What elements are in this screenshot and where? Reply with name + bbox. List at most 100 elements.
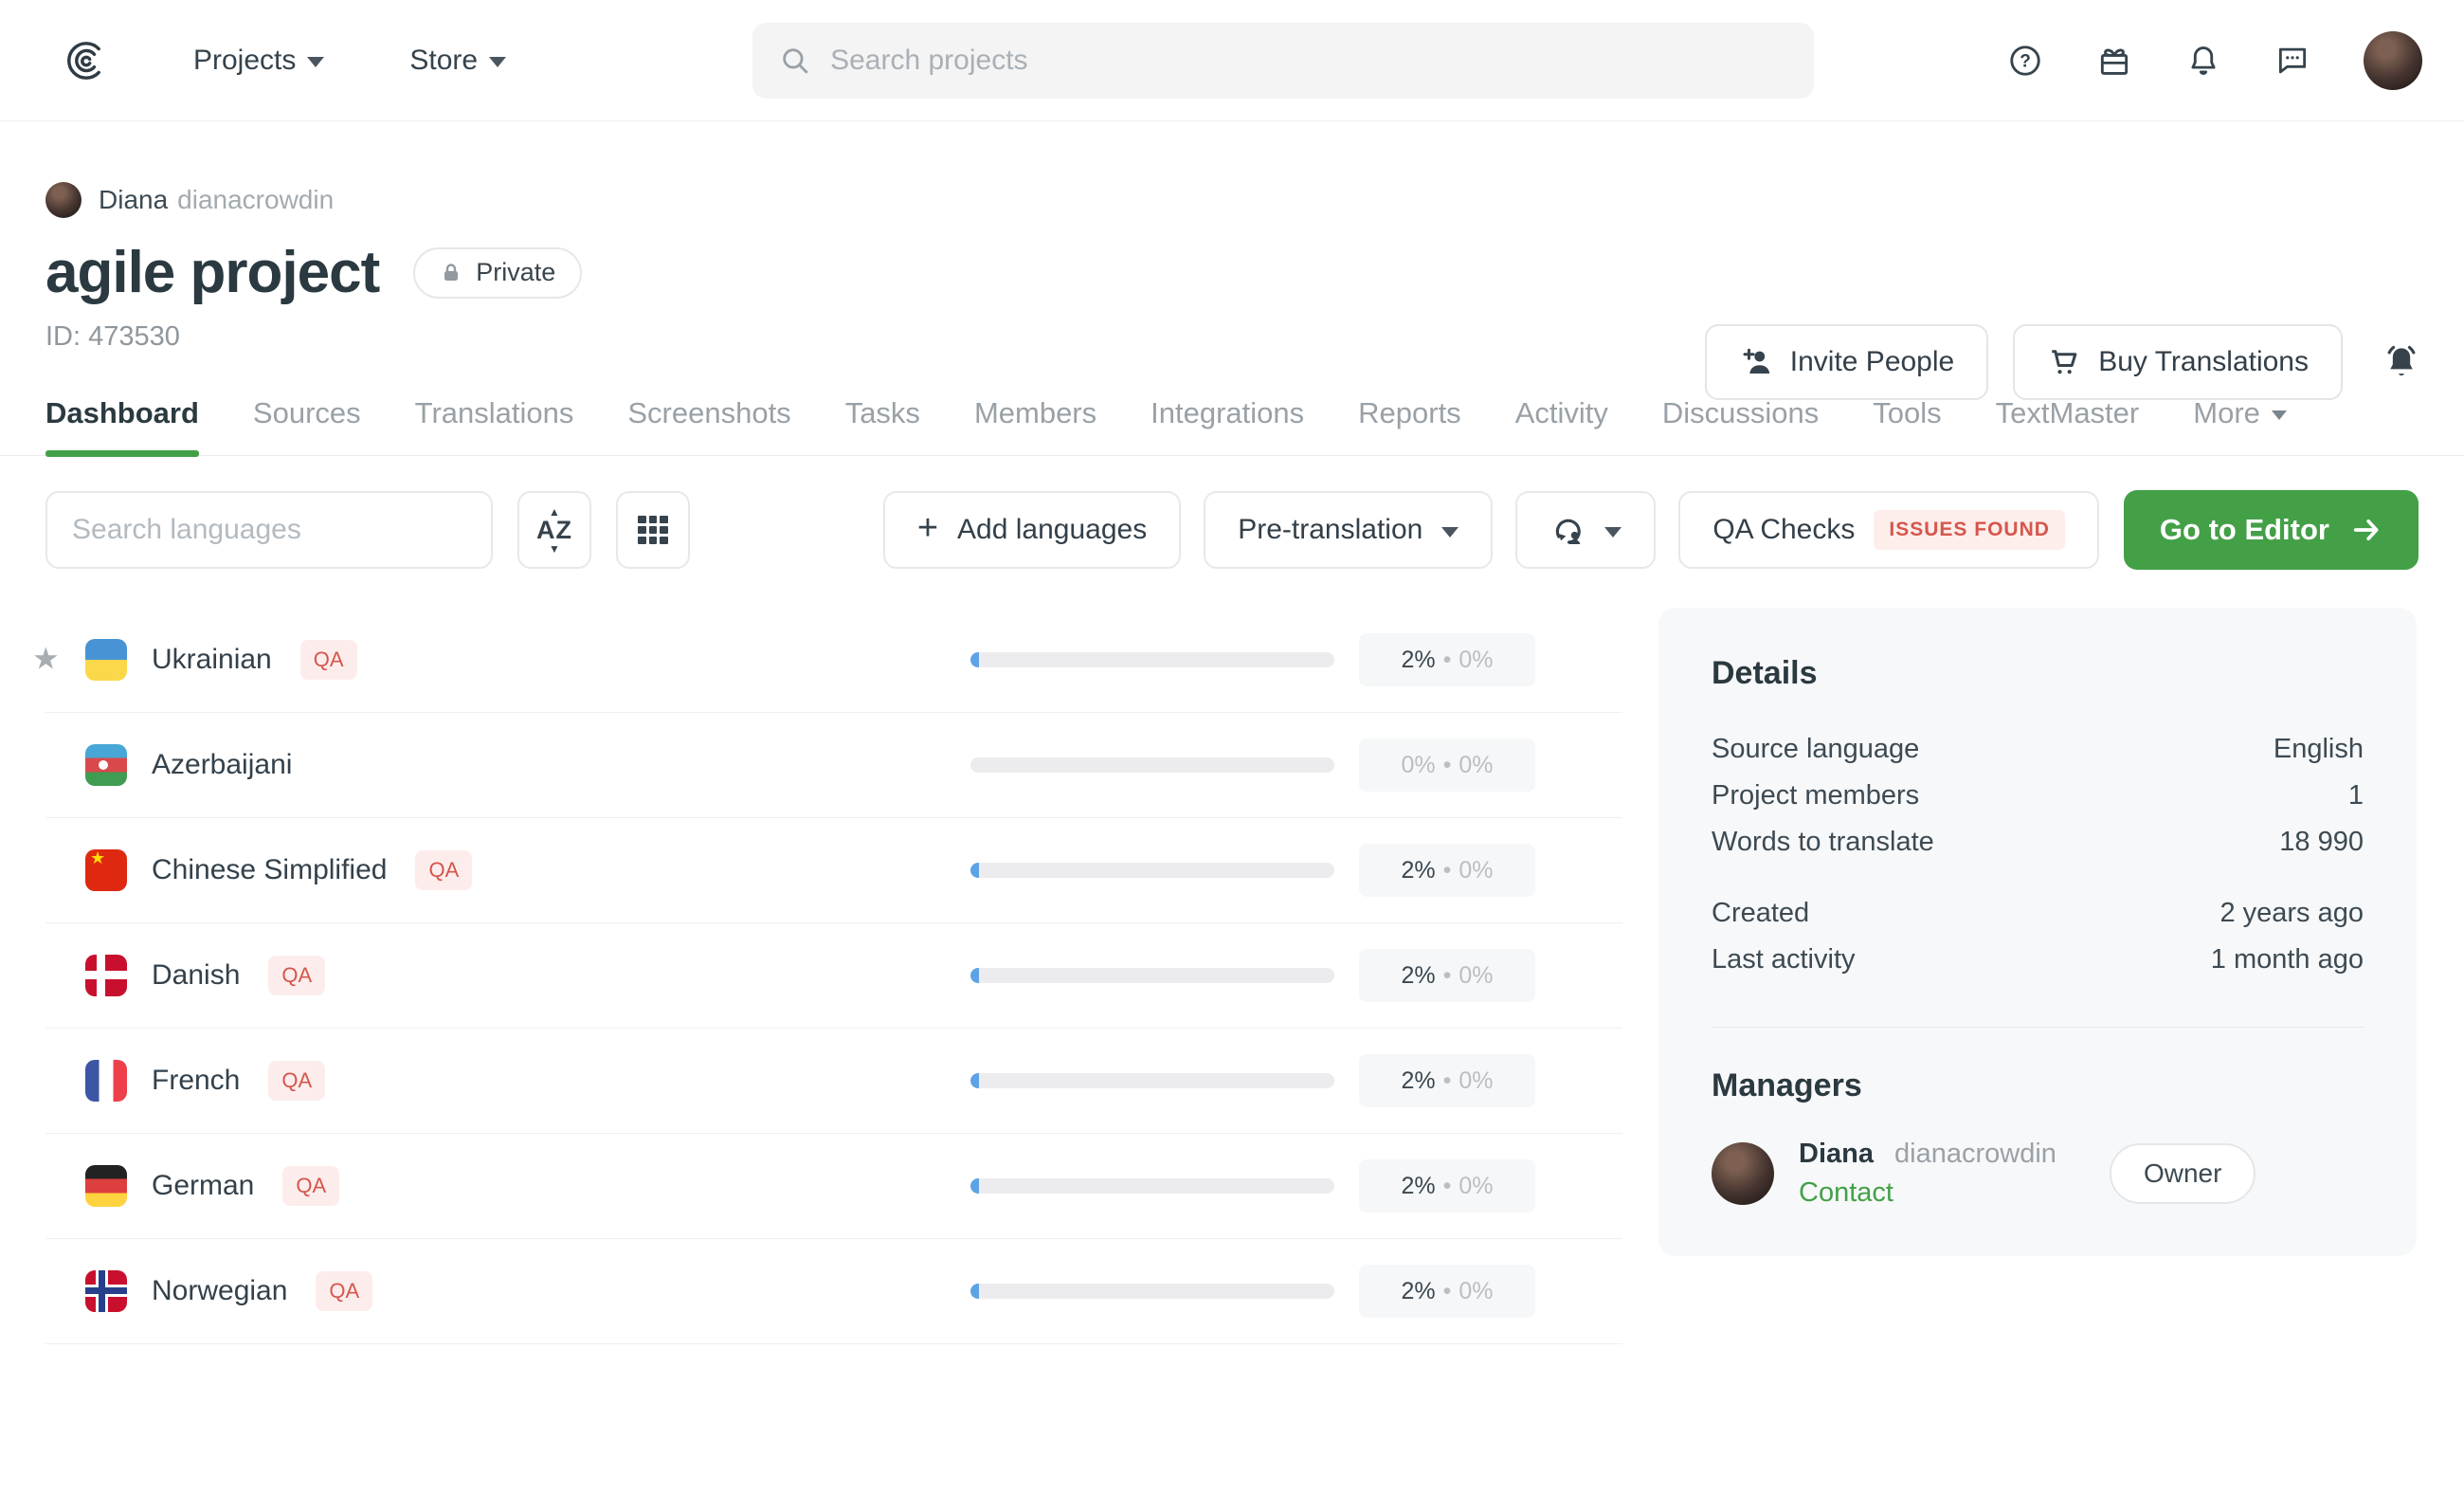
last-activity-label: Last activity <box>1712 944 1856 975</box>
manager-username: dianacrowdin <box>1894 1139 2056 1169</box>
qa-checks-label: QA Checks <box>1712 514 1855 546</box>
search-projects-input[interactable] <box>830 45 1787 77</box>
owner-avatar <box>45 182 82 218</box>
qa-badge[interactable]: QA <box>415 850 472 890</box>
chevron-down-icon <box>1604 527 1622 538</box>
svg-text:?: ? <box>2020 51 2031 71</box>
grid-view-button[interactable] <box>616 491 690 569</box>
tab-textmaster[interactable]: TextMaster <box>1996 396 2140 455</box>
project-members-value: 1 <box>2348 780 2364 811</box>
notifications-bell-icon[interactable] <box>2185 43 2221 79</box>
add-languages-label: Add languages <box>957 514 1147 546</box>
language-name: Chinese Simplified <box>152 854 387 886</box>
breadcrumb-name: Diana <box>99 185 168 215</box>
tab-tasks[interactable]: Tasks <box>845 396 920 455</box>
language-row-norwegian[interactable]: Norwegian QA 2%•0% <box>45 1239 1622 1344</box>
chevron-down-icon <box>1441 527 1458 538</box>
qa-checks-button[interactable]: QA Checks ISSUES FOUND <box>1678 491 2099 569</box>
qa-badge[interactable]: QA <box>268 956 325 995</box>
machine-translation-icon <box>1549 512 1585 548</box>
owner-role-badge: Owner <box>2110 1143 2256 1204</box>
go-to-editor-label: Go to Editor <box>2160 513 2329 547</box>
gift-icon[interactable] <box>2096 43 2132 79</box>
language-row-ukrainian[interactable]: ★ Ukrainian QA 2%•0% <box>45 608 1622 713</box>
translation-percentages: 0%•0% <box>1359 738 1535 792</box>
language-name: German <box>152 1170 254 1202</box>
tab-dashboard[interactable]: Dashboard <box>45 396 199 455</box>
chevron-down-icon <box>307 57 324 67</box>
search-languages-input[interactable] <box>45 491 493 569</box>
tab-more[interactable]: More <box>2193 396 2287 455</box>
add-languages-button[interactable]: + Add languages <box>883 491 1181 569</box>
qa-badge[interactable]: QA <box>316 1271 372 1311</box>
help-icon[interactable]: ? <box>2007 43 2043 79</box>
contact-link[interactable]: Contact <box>1799 1177 2056 1209</box>
tab-members[interactable]: Members <box>974 396 1096 455</box>
global-search <box>752 23 1814 99</box>
lock-icon <box>440 262 462 284</box>
tab-screenshots[interactable]: Screenshots <box>627 396 790 455</box>
source-language-value: English <box>2274 734 2364 765</box>
language-row-azerbaijani[interactable]: Azerbaijani QA 0%•0% <box>45 713 1622 818</box>
translation-percentages: 2%•0% <box>1359 1265 1535 1318</box>
manager-avatar[interactable] <box>1712 1142 1774 1205</box>
language-row-chinese-simplified[interactable]: Chinese Simplified QA 2%•0% <box>45 818 1622 923</box>
top-navbar: Projects Store ? <box>0 0 2464 121</box>
tab-discussions[interactable]: Discussions <box>1662 396 1819 455</box>
translation-progress-bar <box>970 1284 1334 1299</box>
translation-percentages: 2%•0% <box>1359 1054 1535 1107</box>
source-language-label: Source language <box>1712 734 1919 765</box>
pretranslation-label: Pre-translation <box>1238 514 1422 546</box>
nav-store-label: Store <box>409 45 478 77</box>
created-label: Created <box>1712 898 1809 929</box>
language-row-danish[interactable]: Danish QA 2%•0% <box>45 923 1622 1029</box>
pretranslation-button[interactable]: Pre-translation <box>1204 491 1493 569</box>
sort-languages-button[interactable]: ▲AZ▼ <box>517 491 591 569</box>
add-person-icon <box>1739 345 1773 379</box>
flag-german-icon <box>85 1165 127 1207</box>
words-to-translate-label: Words to translate <box>1712 827 1934 858</box>
last-activity-value: 1 month ago <box>2211 944 2364 975</box>
crowdin-logo-icon[interactable] <box>61 39 104 82</box>
chevron-down-icon <box>2272 410 2287 420</box>
messages-chat-icon[interactable] <box>2274 43 2310 79</box>
translation-progress-bar <box>970 652 1334 667</box>
qa-badge[interactable]: QA <box>268 1061 325 1101</box>
language-name: Azerbaijani <box>152 749 292 781</box>
tab-translations[interactable]: Translations <box>415 396 574 455</box>
nav-projects-label: Projects <box>193 45 296 77</box>
translation-percentages: 2%•0% <box>1359 949 1535 1002</box>
nav-projects-menu[interactable]: Projects <box>193 45 324 77</box>
translation-progress-bar <box>970 757 1334 773</box>
tab-reports[interactable]: Reports <box>1358 396 1461 455</box>
tab-activity[interactable]: Activity <box>1515 396 1608 455</box>
project-header: Diana dianacrowdin agile project Private… <box>0 182 2464 353</box>
buy-translations-button[interactable]: Buy Translations <box>2013 324 2343 400</box>
favorite-star-icon[interactable]: ★ <box>32 640 60 676</box>
flag-french-icon <box>85 1060 127 1102</box>
qa-badge[interactable]: QA <box>282 1166 339 1206</box>
tab-tools[interactable]: Tools <box>1873 396 1941 455</box>
search-icon <box>779 45 811 77</box>
machine-translation-button[interactable] <box>1515 491 1656 569</box>
user-avatar[interactable] <box>2364 31 2422 90</box>
arrow-right-icon <box>2350 514 2382 546</box>
qa-badge[interactable]: QA <box>300 640 357 680</box>
watch-project-bell-icon[interactable] <box>2381 341 2422 383</box>
words-to-translate-value: 18 990 <box>2279 827 2364 858</box>
invite-people-button[interactable]: Invite People <box>1705 324 1988 400</box>
privacy-badge-label: Private <box>476 258 555 287</box>
go-to-editor-button[interactable]: Go to Editor <box>2124 490 2419 570</box>
chevron-down-icon <box>489 57 506 67</box>
tab-sources[interactable]: Sources <box>253 396 361 455</box>
nav-store-menu[interactable]: Store <box>409 45 506 77</box>
managers-title: Managers <box>1712 1067 2364 1104</box>
breadcrumb[interactable]: Diana dianacrowdin <box>45 182 2419 218</box>
tab-integrations[interactable]: Integrations <box>1150 396 1304 455</box>
language-row-german[interactable]: German QA 2%•0% <box>45 1134 1622 1239</box>
flag-norwegian-icon <box>85 1270 127 1312</box>
project-tabs: Dashboard Sources Translations Screensho… <box>0 396 2464 456</box>
manager-name[interactable]: Diana <box>1799 1139 1874 1169</box>
translation-percentages: 2%•0% <box>1359 633 1535 686</box>
language-row-french[interactable]: French QA 2%•0% <box>45 1029 1622 1134</box>
